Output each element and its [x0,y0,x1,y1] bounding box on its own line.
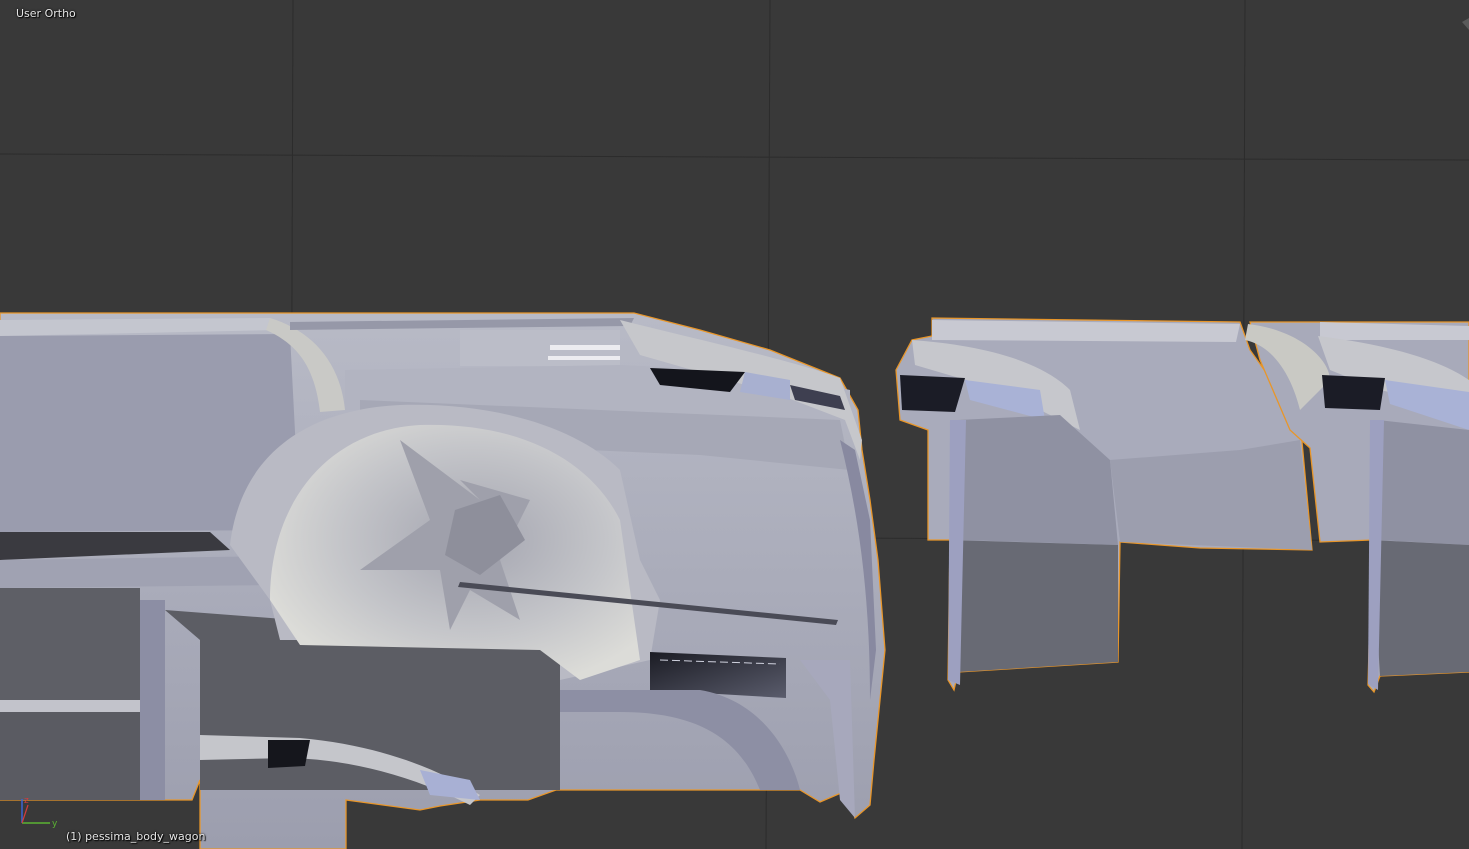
y-axis-label: y [52,819,58,829]
corner-handle[interactable] [1462,18,1469,30]
mesh-body-left[interactable] [0,312,886,849]
z-axis-label: z [24,796,29,806]
view-label: User Ortho [16,7,76,20]
x-axis-line [21,804,29,824]
axis-gizmo: y z [21,796,58,829]
active-object-label: (1) pessima_body_wagon [66,830,206,843]
3d-viewport[interactable]: User Ortho (1) pessima_body_wagon y z [0,0,1469,849]
viewport-scene[interactable] [0,0,1469,849]
mesh-body-middle[interactable] [895,317,1313,692]
